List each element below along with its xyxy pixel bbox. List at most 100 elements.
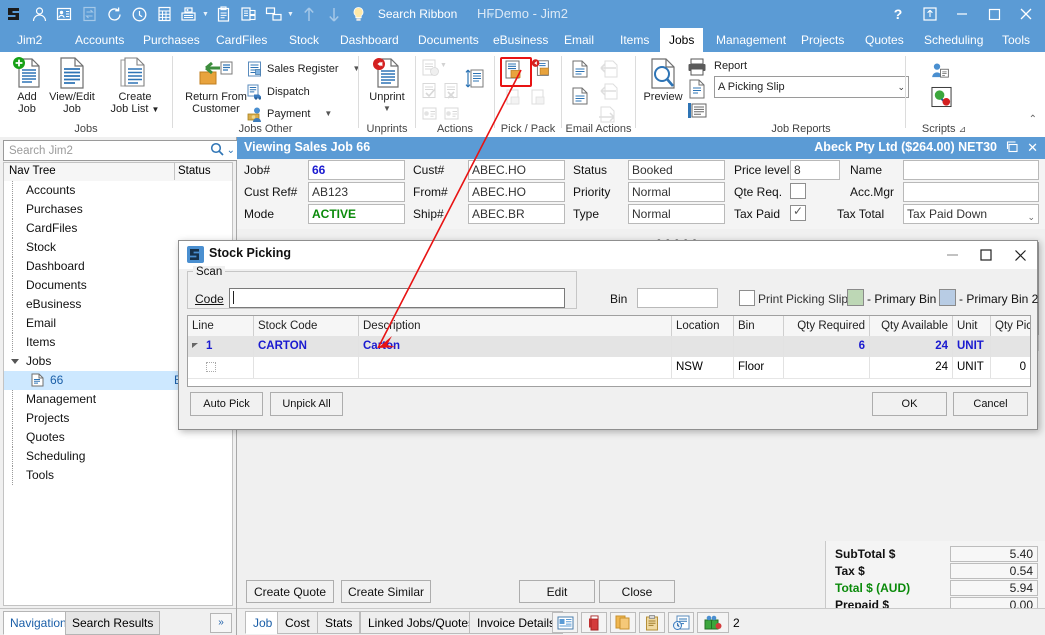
dcol-qty-required[interactable]: Qty Required	[784, 316, 870, 336]
ribbon-tab-documents[interactable]: Documents	[409, 28, 488, 52]
dialog-close-button[interactable]	[1003, 241, 1037, 269]
tab-navigation[interactable]: Navigation	[3, 611, 74, 635]
status-field[interactable]: Booked	[628, 160, 725, 180]
register-icon[interactable]	[179, 4, 199, 24]
job-restore-button[interactable]	[1006, 141, 1019, 156]
type-field[interactable]: Normal	[628, 204, 725, 224]
ribbon-tab-management[interactable]: Management	[707, 28, 795, 52]
search-input[interactable]	[7, 144, 210, 158]
payment-button[interactable]: Payment ▼	[246, 105, 332, 122]
ribbon-tab-ebusiness[interactable]: eBusiness	[484, 28, 557, 52]
qat-overflow-icon[interactable]: ▼	[487, 10, 496, 20]
tab-stats[interactable]: Stats	[317, 611, 360, 634]
chevron-down-icon[interactable]: ▼	[202, 11, 209, 18]
ribbon-tab-jobs[interactable]: Jobs	[660, 28, 703, 52]
ribbon-tab-accounts[interactable]: Accounts	[66, 28, 133, 52]
preview-button[interactable]: Preview	[636, 55, 690, 103]
mode-field[interactable]: ACTIVE	[308, 204, 405, 224]
sidebar-item-scheduling[interactable]: Scheduling	[4, 447, 232, 466]
history-icon[interactable]	[668, 612, 694, 633]
expander-icon[interactable]	[192, 343, 198, 348]
from-field[interactable]: ABEC.HO	[468, 182, 565, 202]
qte-req-checkbox[interactable]	[790, 183, 806, 199]
print-preview-icon[interactable]	[686, 78, 707, 99]
search-ribbon-label[interactable]: Search Ribbon	[378, 7, 457, 21]
acc-mgr-field[interactable]	[903, 182, 1039, 202]
print-picking-slip-checkbox[interactable]	[739, 290, 755, 306]
calculator-icon[interactable]	[154, 4, 174, 24]
ribbon-tab-items[interactable]: Items	[611, 28, 658, 52]
dcol-line[interactable]: Line	[188, 316, 254, 336]
dcol-unit[interactable]: Unit	[953, 316, 991, 336]
tab-cost[interactable]: Cost	[277, 611, 318, 634]
ribbon-tab-scheduling[interactable]: Scheduling	[915, 28, 992, 52]
tab-linked-jobs-quotes[interactable]: Linked Jobs/Quotes	[360, 611, 482, 634]
print-icon[interactable]	[686, 56, 707, 77]
ok-button[interactable]: OK	[872, 392, 947, 416]
bin-input[interactable]	[637, 288, 718, 308]
cust-field[interactable]: ABEC.HO	[468, 160, 565, 180]
tab-invoice-details[interactable]: Invoice Details	[469, 611, 563, 634]
dcol-qty-available[interactable]: Qty Available	[870, 316, 953, 336]
sidebar-item-accounts[interactable]: Accounts	[4, 181, 232, 200]
unprint-button[interactable]: Unprint ▼	[360, 55, 414, 115]
expander-icon[interactable]	[11, 359, 19, 367]
sidebar-item-purchases[interactable]: Purchases	[4, 200, 232, 219]
job-no-field[interactable]: 66	[308, 160, 405, 180]
search-icon[interactable]	[210, 142, 224, 159]
view-edit-job-button[interactable]: View/Edit Job	[45, 55, 99, 115]
name-field[interactable]	[903, 160, 1039, 180]
ribbon-tab-email[interactable]: Email	[555, 28, 603, 52]
copy-orange-icon[interactable]	[610, 612, 636, 633]
report-select[interactable]: A Picking Slip ⌄	[714, 76, 909, 98]
lightbulb-icon[interactable]	[349, 4, 369, 24]
contact-icon[interactable]	[29, 4, 49, 24]
chevron-down-icon[interactable]: ⌄	[1027, 208, 1035, 227]
create-job-list-button[interactable]: Create Job List ▼	[103, 55, 167, 116]
stock-picking-icon[interactable]	[504, 60, 525, 81]
sidebar-item-cardfiles[interactable]: CardFiles	[4, 219, 232, 238]
cust-ref-field[interactable]: AB123	[308, 182, 405, 202]
price-level-field[interactable]: 8	[790, 160, 840, 180]
dialog-maximize-button[interactable]	[969, 241, 1003, 269]
table-row[interactable]: NSW Floor 24 UNIT 0	[188, 357, 1030, 379]
ribbon-tab-stock[interactable]: Stock	[280, 28, 328, 52]
chevron-down-icon[interactable]: ▼	[324, 109, 332, 118]
script-user-icon[interactable]	[930, 60, 951, 81]
tax-total-select[interactable]: Tax Paid Down ⌄	[903, 204, 1039, 224]
dcol-stock-code[interactable]: Stock Code	[254, 316, 359, 336]
ribbon-tab-projects[interactable]: Projects	[792, 28, 853, 52]
script-run-icon[interactable]	[931, 86, 952, 107]
sales-register-button[interactable]: Sales Register ▼	[246, 60, 360, 77]
dcol-description[interactable]: Description	[359, 316, 672, 336]
return-from-customer-button[interactable]: Return From Customer	[175, 55, 257, 115]
search-options-icon[interactable]: ⌄	[227, 145, 235, 156]
dispatch-button[interactable]: Dispatch	[246, 83, 310, 100]
unpick-all-button[interactable]: Unpick All	[270, 392, 343, 416]
drow2-qty-pick[interactable]: 0	[991, 357, 1030, 378]
job-close-button[interactable]: ✕	[1027, 140, 1038, 156]
cardfile-icon[interactable]	[54, 4, 74, 24]
cardfile-icon[interactable]	[552, 612, 578, 633]
clipboard-icon[interactable]	[214, 4, 234, 24]
maximize-button[interactable]	[979, 1, 1009, 27]
tax-paid-checkbox[interactable]: ✓	[790, 205, 806, 221]
nav-search-box[interactable]: ⌄	[3, 140, 239, 161]
ribbon-tab-jim2[interactable]: Jim2	[8, 28, 51, 52]
create-similar-button[interactable]: Create Similar	[341, 580, 431, 603]
sidebar-item-tools[interactable]: Tools	[4, 466, 232, 485]
email-send-icon[interactable]	[569, 85, 590, 106]
dcol-location[interactable]: Location	[672, 316, 734, 336]
tab-search-results[interactable]: Search Results	[65, 611, 160, 635]
table-row[interactable]: 1 CARTON Carton 6 24 UNIT	[188, 336, 1030, 358]
minimize-button[interactable]	[947, 1, 977, 27]
copy-icon[interactable]	[239, 4, 259, 24]
sidebar-item-quotes[interactable]: Quotes	[4, 428, 232, 447]
fax-icon[interactable]	[686, 100, 707, 121]
clock-icon[interactable]	[129, 4, 149, 24]
edit-button[interactable]: Edit	[519, 580, 595, 603]
ribbon-tab-tools[interactable]: Tools	[993, 28, 1039, 52]
nav-more-button[interactable]: »	[210, 613, 232, 633]
network-icon[interactable]	[264, 4, 284, 24]
chevron-down-icon[interactable]: ▼	[360, 103, 414, 115]
